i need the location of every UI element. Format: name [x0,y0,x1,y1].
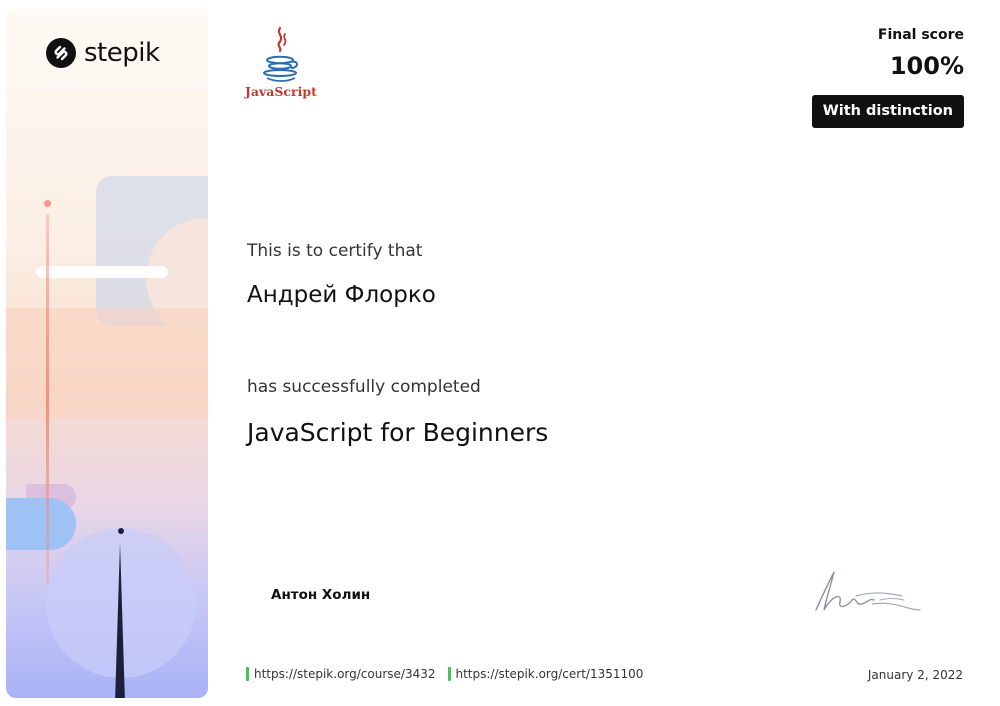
brand-logo[interactable]: stepik [46,38,160,68]
link-marker [246,667,249,681]
java-cup-icon [263,26,298,82]
panel-shape [6,498,76,550]
stepik-logo-icon [46,38,76,68]
course-logo: JavaScript [245,26,317,102]
certificate-page: stepik JavaScript Final score 100% With … [0,0,1000,706]
panel-shape [36,266,168,278]
final-score-label: Final score [877,27,964,43]
distinction-badge: With distinction [811,95,964,128]
course-logo-label: JavaScript [245,84,317,99]
signature-image [815,571,921,611]
panel-line [46,214,49,584]
instructor-name: Антон Холин [271,587,371,603]
footer-links: https://stepik.org/course/3432 https://s… [246,667,643,681]
issue-date: January 2, 2022 [867,668,963,682]
completed-text: has successfully completed [247,377,481,397]
link-marker [447,667,451,681]
panel-spike [115,543,125,698]
panel-dot [44,200,51,207]
course-link[interactable]: https://stepik.org/course/3432 [246,667,436,681]
panel-shape [6,308,208,418]
final-score-value: 100% [889,52,964,80]
brand-name: stepik [84,38,160,68]
cert-link[interactable]: https://stepik.org/cert/1351100 [447,667,644,681]
course-title: JavaScript for Beginners [247,418,549,447]
panel-dot [118,528,124,534]
course-url[interactable]: https://stepik.org/course/3432 [254,667,436,681]
certify-text: This is to certify that [247,241,423,261]
recipient-name: Андрей Флорко [247,282,436,308]
cert-url[interactable]: https://stepik.org/cert/1351100 [456,667,644,681]
decorative-side-panel [6,8,208,698]
